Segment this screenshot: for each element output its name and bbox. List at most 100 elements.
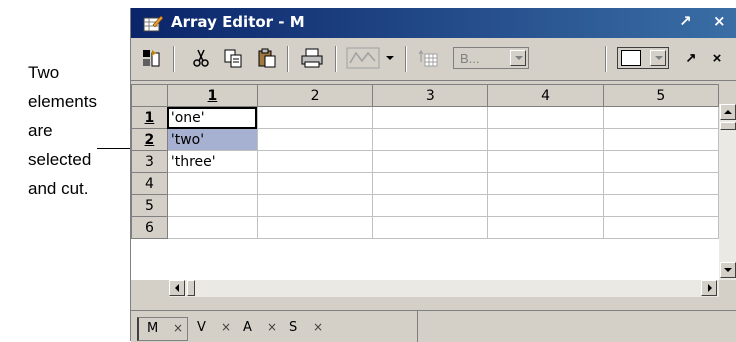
table-cell[interactable] [487,216,604,239]
close-toolbar-button[interactable]: × [709,46,725,70]
close-icon[interactable]: × [221,320,231,334]
horizontal-scrollbar[interactable] [169,280,719,297]
table-row: 1 'one' [131,106,719,129]
scrollbar-corner [131,280,169,297]
scroll-right-icon[interactable] [701,280,717,296]
copy-icon[interactable] [221,46,245,70]
tabs-divider [417,311,418,342]
chevron-down-icon[interactable] [650,50,666,66]
column-header[interactable]: 4 [487,84,604,107]
column-header[interactable]: 2 [256,84,374,107]
plot-dropdown-icon[interactable] [383,46,397,70]
table-cell[interactable] [372,106,489,129]
vertical-scroll-thumb[interactable] [720,122,736,130]
toolbar: B... ↗ × [131,38,736,81]
callout-line-5: and cut. [28,179,89,198]
table-cell[interactable] [487,128,604,151]
tab-label: V [197,320,206,335]
tab-m[interactable]: M × [137,317,188,341]
column-header[interactable]: 5 [602,84,719,107]
scroll-up-icon[interactable] [720,104,736,120]
row-header[interactable]: 2 [131,128,168,151]
table-row: 5 [131,194,719,217]
table-cell[interactable] [166,194,258,217]
column-header[interactable]: 3 [372,84,489,107]
table-cell[interactable] [372,128,489,151]
tab-label: S [289,320,298,335]
scroll-left-icon[interactable] [169,280,185,296]
row-header[interactable]: 5 [131,194,168,217]
format-combo[interactable] [617,47,669,69]
table-cell[interactable] [166,172,258,195]
chevron-down-icon[interactable] [510,50,526,66]
import-data-icon[interactable] [139,46,163,70]
table-cell[interactable] [602,194,719,217]
toolbar-separator [405,46,407,72]
table-row: 4 [131,172,719,195]
transpose-icon[interactable] [415,46,441,70]
table-cell[interactable] [602,106,719,129]
table-cell[interactable] [256,216,374,239]
close-icon[interactable]: × [267,320,277,334]
horizontal-scroll-thumb[interactable] [187,280,195,296]
column-header[interactable]: 1 [166,84,258,107]
table-cell-selected[interactable]: 'two' [166,128,258,151]
table-cell[interactable] [166,216,258,239]
base-combo-value: B... [460,51,480,66]
paste-icon[interactable] [255,46,279,70]
table-cell[interactable] [487,106,604,129]
title-bar[interactable]: Array Editor - M ↗ × [131,8,736,38]
row-header[interactable]: 4 [131,172,168,195]
corner-header[interactable] [131,84,168,107]
callout-line-1: Two [28,63,60,82]
row-header[interactable]: 6 [131,216,168,239]
tab-s[interactable]: S × [281,317,327,339]
base-combo[interactable]: B... [453,47,529,69]
column-header-row: 1 2 3 4 5 [131,84,719,107]
table-cell[interactable] [487,172,604,195]
table-cell[interactable] [372,216,489,239]
table-cell[interactable] [256,172,374,195]
table-cell[interactable] [372,172,489,195]
tab-v[interactable]: V × [189,317,235,339]
undock-toolbar-button[interactable]: ↗ [683,46,699,70]
table-cell[interactable] [602,128,719,151]
row-header[interactable]: 1 [131,106,168,129]
undock-button[interactable]: ↗ [679,12,692,30]
table-cell[interactable] [256,194,374,217]
table-cell[interactable]: 'three' [166,150,258,173]
window-title: Array Editor - M [171,13,305,31]
close-window-button[interactable]: × [713,12,726,30]
table-cell[interactable] [487,150,604,173]
array-table: 1 2 3 4 5 1 'one' 2 'two' 3 'three' 4 5 … [131,84,719,239]
table-cell[interactable]: 'one' [166,106,258,129]
callout-line-4: selected [28,150,92,169]
scroll-down-icon[interactable] [720,262,736,278]
table-cell[interactable] [372,194,489,217]
toolbar-separator [287,46,289,72]
table-cell[interactable] [256,128,374,151]
table-cell[interactable] [602,150,719,173]
row-header[interactable]: 3 [131,150,168,173]
callout-text: Two elements are selected and cut. [28,58,128,203]
print-icon[interactable] [299,46,325,70]
cut-icon[interactable] [189,46,213,70]
table-cell[interactable] [602,216,719,239]
format-swatch-icon [621,50,641,66]
table-cell[interactable] [487,194,604,217]
table-cell[interactable] [372,150,489,173]
tab-a[interactable]: A × [235,317,281,339]
callout-line-2: elements [28,92,97,111]
table-row: 2 'two' [131,128,719,151]
vertical-scrollbar[interactable] [719,104,736,280]
plot-icon[interactable] [345,46,381,70]
table-cell[interactable] [256,106,374,129]
close-icon[interactable]: × [313,320,323,334]
table-cell[interactable] [256,150,374,173]
array-editor-icon [143,15,163,32]
close-icon[interactable]: × [173,321,183,335]
toolbar-separator [335,46,337,72]
tab-label: M [147,321,159,336]
variable-tabs: M × V × A × S × [131,310,736,342]
table-cell[interactable] [602,172,719,195]
